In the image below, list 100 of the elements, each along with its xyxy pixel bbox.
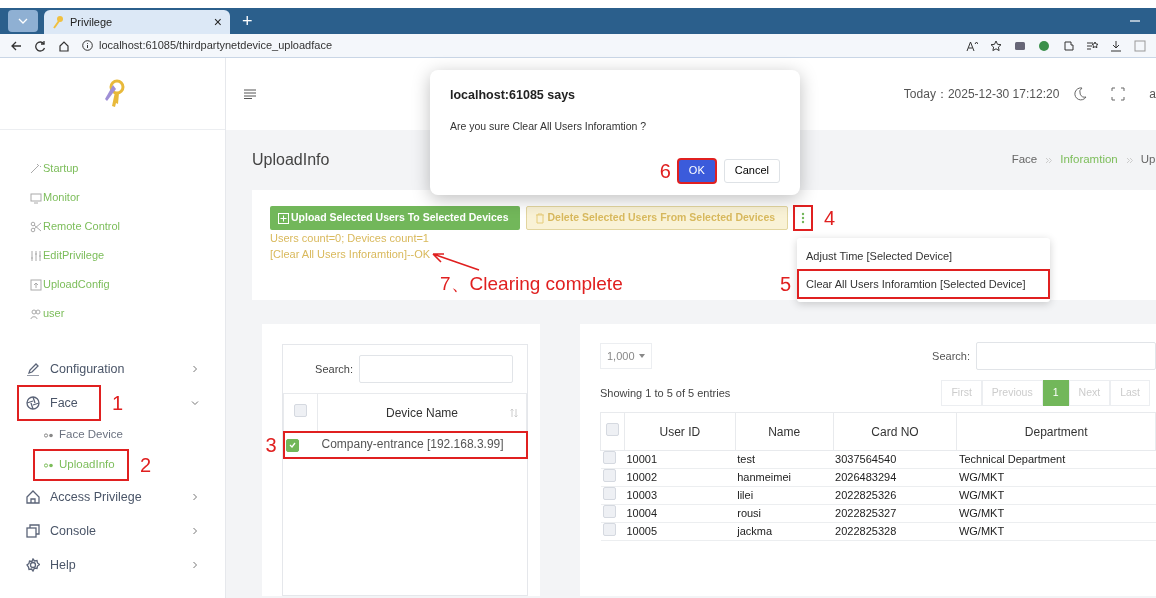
table-cell: Technical Department (956, 450, 1156, 469)
home-icon[interactable] (58, 39, 70, 52)
table-cell: WG/MKT (956, 486, 1156, 505)
status-text: [Clear All Users Inforamtion]--OK (270, 248, 431, 260)
select-all-checkbox[interactable] (294, 403, 307, 417)
nav-item[interactable]: Access Privilege (0, 480, 170, 514)
key-dot-icon (44, 462, 53, 468)
fullscreen-icon[interactable] (1111, 87, 1126, 101)
nav-item[interactable]: Face (18, 386, 100, 420)
menu-item[interactable]: Clear All Users Inforamtion [Selected Device] (798, 270, 1049, 298)
annotation-text: 7、Clearing complete (440, 274, 623, 294)
page-size-select[interactable]: 1,000 (600, 342, 652, 370)
address-field[interactable]: localhost:61085/thirdpartynetdevice_uploadface (99, 37, 332, 54)
status-text: Users count=0; Devices count=1 (270, 232, 429, 244)
row-checkbox[interactable] (602, 487, 616, 500)
chevron-right-icon[interactable] (191, 493, 199, 501)
extension-icon[interactable] (1062, 39, 1074, 52)
arrow-drawing (431, 252, 482, 272)
user-menu[interactable]: a (1149, 85, 1156, 103)
cancel-button[interactable]: Cancel (723, 158, 780, 183)
table-cell: 2026483294 (833, 468, 957, 487)
date-time-text: Today：2025-12-30 17:12:20 (903, 86, 1060, 103)
search-field[interactable] (976, 342, 1156, 370)
step-number: 5 (780, 274, 792, 294)
column-header[interactable]: User ID (624, 412, 736, 451)
search-label: Search: (932, 348, 970, 364)
row-checkbox[interactable] (602, 523, 616, 536)
column-header[interactable]: Card NO (833, 412, 957, 451)
wand-icon (30, 162, 42, 175)
info-icon (82, 40, 93, 51)
chevron-down-icon[interactable] (191, 399, 199, 407)
menu-item[interactable]: Adjust Time [Selected Device] (798, 242, 1049, 270)
double-chevron-icon (1045, 156, 1053, 164)
tab-title: Privilege (70, 14, 114, 30)
more-options-button[interactable] (794, 206, 813, 230)
table-cell: 2022825327 (833, 504, 957, 523)
table-cell: 3037564540 (833, 450, 957, 469)
step-number: 6 (659, 160, 671, 181)
sort-icon (510, 408, 518, 418)
caret-down-icon (638, 354, 645, 358)
table-cell: 10002 (624, 468, 736, 487)
row-checkbox[interactable] (602, 505, 616, 518)
row-checkbox[interactable] (602, 451, 616, 464)
table-cell: 10004 (624, 504, 736, 523)
nav-item[interactable]: Help (0, 548, 170, 582)
table-cell: 2022825328 (833, 522, 957, 541)
refresh-icon[interactable] (34, 39, 46, 52)
back-icon[interactable] (10, 39, 22, 52)
search-label: Search: (315, 361, 353, 377)
key-dot-icon (44, 432, 53, 438)
table-cell: 10001 (624, 450, 736, 469)
monitor-icon (30, 191, 42, 204)
table-cell: 10005 (624, 522, 736, 541)
new-tab-button[interactable]: + (242, 7, 253, 35)
download-icon[interactable] (1110, 39, 1122, 52)
table-cell: Company-entrance [192.168.3.99] (317, 431, 527, 458)
double-chevron-icon (1125, 156, 1133, 164)
favorites-icon[interactable] (1086, 39, 1098, 52)
search-field[interactable] (359, 355, 513, 383)
dialog-message: Are you sure Clear All Users Inforamtion ? (450, 118, 648, 134)
column-header[interactable]: Department (956, 412, 1156, 451)
chevron-right-icon[interactable] (191, 527, 199, 535)
breadcrumb-link[interactable]: Face (1011, 151, 1038, 169)
step-number: 1 (112, 393, 124, 413)
nav-subitem[interactable]: Face Device (0, 420, 225, 450)
step-number: 4 (824, 208, 836, 228)
gear-icon (26, 558, 40, 572)
table-cell: test (735, 450, 834, 469)
menu-icon[interactable] (244, 89, 256, 99)
table-cell: WG/MKT (956, 468, 1156, 487)
table-cell: jackma (735, 522, 834, 541)
column-header[interactable]: Name (735, 412, 834, 451)
column-header[interactable]: Device Name (317, 393, 527, 432)
table-cell: hanmeimei (735, 468, 834, 487)
nav-item[interactable]: Console (0, 514, 170, 548)
select-all-checkbox[interactable] (606, 422, 619, 436)
row-checkbox[interactable] (602, 469, 616, 482)
star-icon[interactable] (990, 39, 1002, 52)
chevron-right-icon[interactable] (191, 561, 199, 569)
nav-item[interactable]: Configuration (0, 352, 170, 386)
close-tab-button[interactable]: × (213, 11, 222, 33)
check-icon (288, 442, 296, 448)
window-icon[interactable] (1014, 39, 1026, 52)
trash-icon (535, 212, 546, 224)
users-icon (30, 307, 42, 320)
row-checkbox[interactable] (285, 438, 299, 452)
ok-button[interactable]: OK (677, 158, 716, 183)
entries-info: Showing 1 to 5 of 5 entries (600, 385, 731, 401)
read-aloud-icon[interactable] (966, 39, 978, 52)
table-cell: rousi (735, 504, 834, 523)
step-number: 2 (140, 455, 152, 475)
page-title: UploadInfo (252, 150, 330, 170)
browser-tab[interactable]: Privilege × (44, 10, 230, 34)
table-cell: WG/MKT (956, 504, 1156, 523)
chevron-right-icon[interactable] (191, 365, 199, 373)
tab-list-button[interactable] (8, 10, 38, 32)
dialog-title: localhost:61085 says (450, 87, 577, 104)
moon-icon[interactable] (1073, 87, 1088, 101)
sliders-icon (30, 249, 42, 262)
kebab-icon (801, 212, 806, 224)
